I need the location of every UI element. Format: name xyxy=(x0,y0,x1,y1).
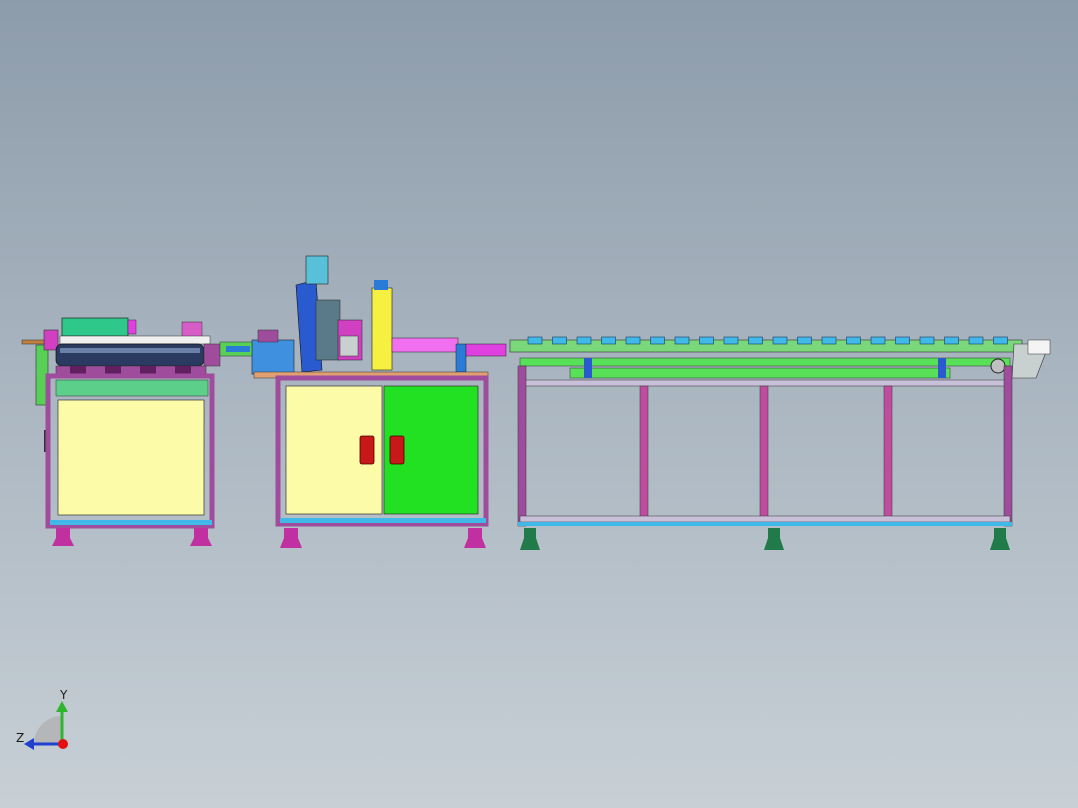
conveyor-unit[interactable] xyxy=(509,336,1051,550)
carrier-block xyxy=(846,336,861,345)
top-cap xyxy=(127,319,137,335)
feed-clamp xyxy=(257,329,279,343)
foot-pad-6 xyxy=(764,538,784,550)
yellow-column-cap xyxy=(374,280,388,290)
model-canvas[interactable]: Y Z xyxy=(0,0,1078,808)
carrier-block xyxy=(552,336,567,345)
band-pad-1 xyxy=(70,366,86,374)
carrier-block xyxy=(748,336,763,345)
foot-4 xyxy=(468,528,482,538)
outfeed-post xyxy=(455,343,467,373)
foot-pad-7 xyxy=(990,538,1010,550)
carrier-block xyxy=(650,336,665,345)
roller-end xyxy=(203,343,221,367)
band-pad-4 xyxy=(175,366,191,374)
leg-right xyxy=(1003,365,1013,527)
unwinder-panel[interactable] xyxy=(57,399,205,516)
blade-assembly xyxy=(315,299,341,361)
foot-pad-2 xyxy=(190,538,212,546)
connector-1 xyxy=(219,341,257,357)
foot-7 xyxy=(994,528,1006,538)
foot-5 xyxy=(524,528,536,538)
leg-mid-1 xyxy=(639,385,649,519)
carrier-block xyxy=(674,336,690,345)
z-axis-label: Z xyxy=(16,731,24,745)
carrier-block xyxy=(625,336,641,345)
drive-pulley xyxy=(990,358,1006,374)
carrier-block xyxy=(944,336,959,345)
outfeed-head xyxy=(391,337,459,353)
feed-bar xyxy=(21,339,45,345)
unwinder-base xyxy=(50,520,212,525)
guide-post-2 xyxy=(938,358,946,378)
foot-pad-3 xyxy=(280,538,302,548)
carrier-block xyxy=(699,336,714,345)
unwinder-unit[interactable] xyxy=(21,317,221,546)
feed-block xyxy=(251,339,295,375)
lower-guide xyxy=(519,357,1011,367)
leg-mid-2 xyxy=(759,385,769,519)
triad-quadrant xyxy=(34,716,62,744)
column-cylinder xyxy=(305,255,329,285)
foot-pad-4 xyxy=(464,538,486,548)
foot-pad-5 xyxy=(520,538,540,550)
carrier-block xyxy=(576,336,592,345)
carrier-block xyxy=(968,336,984,345)
transfer-belt xyxy=(465,343,507,357)
station-base xyxy=(280,518,486,523)
frame-top-rail xyxy=(519,379,1011,387)
upper-rail xyxy=(59,335,211,345)
frame-bottom-rail xyxy=(519,515,1011,523)
foot-pad-1 xyxy=(52,538,74,546)
guide-post-1 xyxy=(584,358,592,378)
door-handle-left[interactable] xyxy=(359,435,375,465)
cad-viewport[interactable]: Y Z xyxy=(0,0,1078,808)
foot-6 xyxy=(768,528,780,538)
band-pad-2 xyxy=(105,366,121,374)
carrier-block xyxy=(821,336,837,345)
orientation-triad[interactable]: Y Z xyxy=(16,688,68,750)
foot-1 xyxy=(56,528,70,538)
door-handle-right[interactable] xyxy=(389,435,405,465)
carrier-block xyxy=(723,336,739,345)
carrier-block xyxy=(797,336,812,345)
carrier-block xyxy=(993,336,1008,345)
foot-2 xyxy=(194,528,208,538)
carrier-block xyxy=(527,336,543,345)
carrier-block xyxy=(870,336,886,345)
top-motor-box xyxy=(61,317,129,337)
carrier-block xyxy=(601,336,616,345)
green-tray xyxy=(55,379,209,397)
carrier-block xyxy=(895,336,910,345)
main-roller xyxy=(55,343,205,367)
z-axis-head xyxy=(24,738,34,750)
carrier-block xyxy=(919,336,935,345)
conveyor-base xyxy=(518,522,1012,526)
drip-tray xyxy=(569,367,951,379)
discharge-plate xyxy=(1027,339,1051,355)
band-pad-3 xyxy=(140,366,156,374)
yellow-column xyxy=(371,287,393,371)
cutter-guard xyxy=(339,335,359,357)
side-bracket xyxy=(43,329,59,351)
foot-3 xyxy=(284,528,298,538)
leg-left xyxy=(517,365,527,527)
carrier-block xyxy=(772,336,788,345)
roller-highlight xyxy=(60,348,200,353)
y-axis-label: Y xyxy=(59,688,68,702)
y-axis-head xyxy=(56,701,68,712)
cutting-station[interactable] xyxy=(251,255,507,548)
x-axis-dot xyxy=(58,739,68,749)
leg-mid-3 xyxy=(883,385,893,519)
